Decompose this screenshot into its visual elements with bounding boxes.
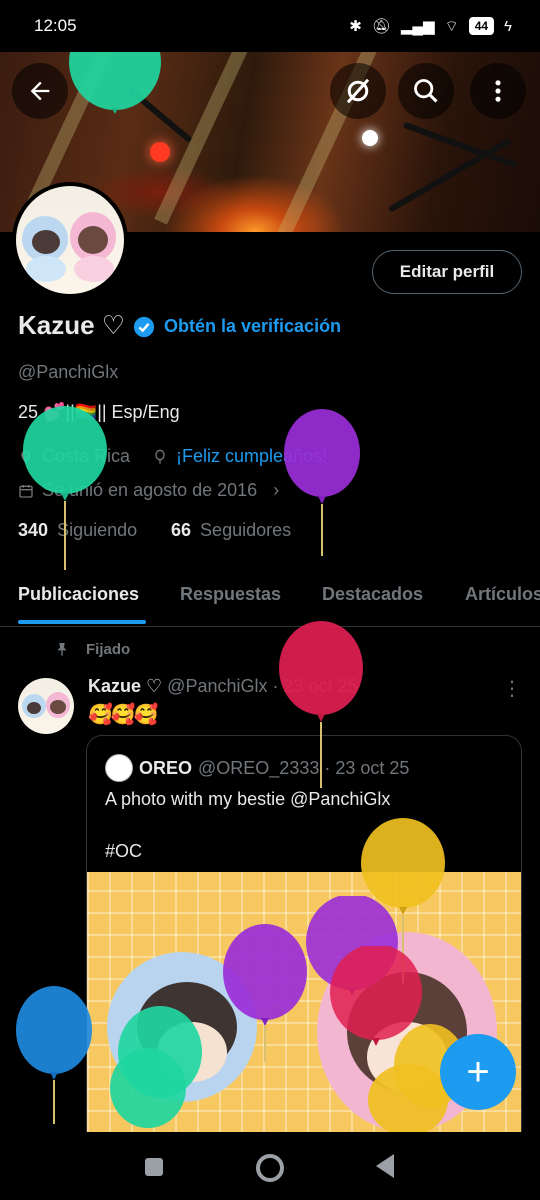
verified-badge-icon[interactable]	[133, 316, 155, 338]
more-vertical-icon[interactable]: ⋮	[502, 676, 522, 701]
pinned-indicator: Fijado	[54, 640, 130, 658]
tab-posts[interactable]: Publicaciones	[18, 584, 139, 605]
tab-replies[interactable]: Respuestas	[180, 584, 281, 605]
home-icon[interactable]	[256, 1154, 284, 1182]
quote-author: OREO	[139, 757, 193, 778]
pinned-label: Fijado	[86, 640, 131, 658]
tab-highlights[interactable]: Destacados	[322, 584, 423, 605]
profile-avatar[interactable]	[12, 182, 128, 298]
post-author[interactable]: Kazue ♡	[88, 676, 162, 696]
post-author-avatar[interactable]	[18, 678, 74, 734]
followers-label: Seguidores	[200, 520, 292, 540]
balloon-decoration	[279, 621, 363, 788]
arrow-left-icon	[30, 81, 50, 101]
quote-hashtag: #OC	[105, 841, 143, 861]
profile-handle: @PanchiGlx	[18, 362, 119, 382]
chevron-right-icon[interactable]: ›	[273, 480, 279, 501]
balloon-decoration	[23, 406, 107, 570]
followers-count: 66	[171, 520, 192, 540]
charging-icon: ϟ	[504, 17, 512, 35]
wifi-icon: ⌔	[444, 17, 459, 35]
status-time: 12:05	[34, 16, 77, 35]
grok-button[interactable]	[330, 63, 386, 119]
more-button[interactable]	[470, 63, 526, 119]
tab-active-indicator	[18, 620, 146, 624]
search-button[interactable]	[398, 63, 454, 119]
profile-tabs: Publicaciones Respuestas Destacados Artí…	[0, 572, 540, 627]
bluetooth-icon: ✱	[349, 18, 362, 35]
recents-icon[interactable]	[145, 1158, 163, 1176]
balloon-decoration	[110, 1006, 202, 1128]
get-verified-link[interactable]: Obtén la verificación	[164, 316, 341, 337]
signal-icon: ▂▄▆	[400, 18, 435, 35]
edit-profile-button[interactable]: Editar perfil	[372, 250, 522, 294]
tab-articles[interactable]: Artículos	[465, 584, 540, 605]
followers-link[interactable]: 66 Seguidores	[171, 520, 291, 541]
pin-icon	[57, 643, 67, 656]
profile-name: Kazue ♡	[18, 310, 126, 340]
search-icon	[414, 79, 438, 103]
battery-icon: 44	[468, 17, 495, 35]
back-triangle-icon[interactable]	[376, 1154, 394, 1178]
post-text: 🥰🥰🥰	[88, 704, 159, 726]
banner-eye	[150, 142, 170, 162]
more-vertical-icon	[495, 80, 501, 102]
banner-eye	[362, 130, 378, 146]
compose-button[interactable]: +	[440, 1034, 516, 1110]
quote-author-avatar	[105, 754, 133, 782]
balloon-decoration	[69, 52, 161, 114]
balloon-decoration	[16, 986, 92, 1124]
balloon-decoration	[284, 409, 360, 556]
balloon-decoration	[223, 924, 307, 1062]
balloon-icon	[155, 449, 165, 464]
mute-icon: 🔕︎	[371, 18, 391, 35]
status-bar: 12:05 ✱ 🔕︎ ▂▄▆ ⌔ 44 ϟ	[0, 0, 540, 52]
grok-icon	[346, 78, 370, 104]
system-nav-bar	[0, 1132, 540, 1200]
